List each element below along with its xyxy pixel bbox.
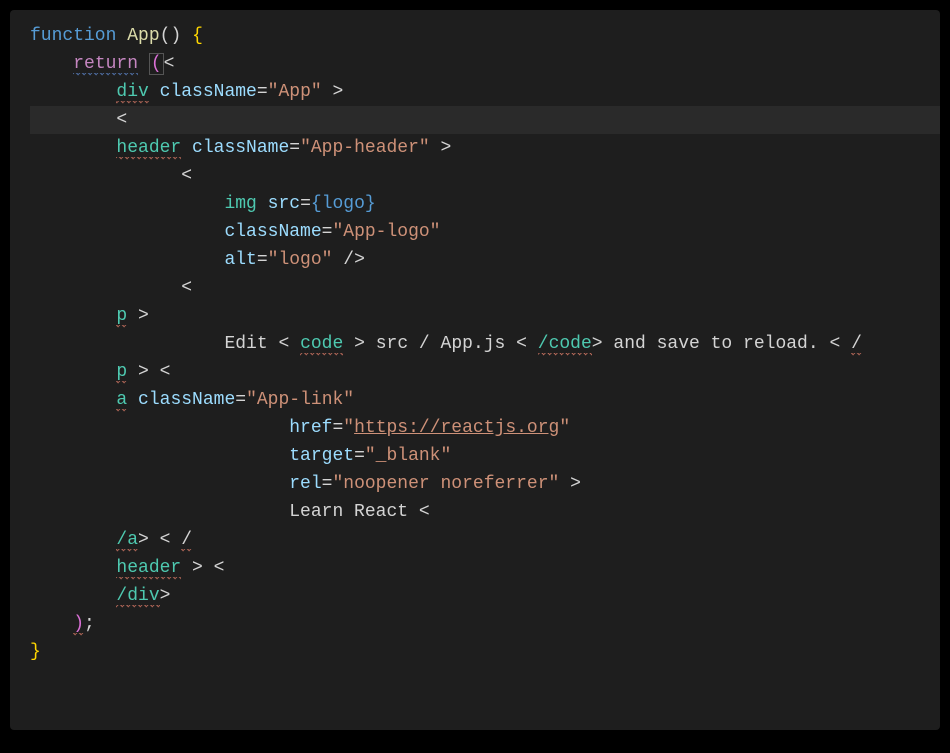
code-line: a className="App-link" xyxy=(30,386,940,414)
code-line: img src={logo} xyxy=(30,190,940,218)
keyword-return: return xyxy=(73,54,138,76)
tag-header: header xyxy=(116,138,181,160)
tag-div: div xyxy=(116,82,148,104)
code-line-active: < xyxy=(30,106,940,134)
tag-p: p xyxy=(116,306,127,328)
code-line: return (< xyxy=(30,50,940,78)
code-line: Edit < code > src / App.js < /code> and … xyxy=(30,330,940,358)
code-line: function App() { xyxy=(30,22,940,50)
code-line: header > < xyxy=(30,554,940,582)
code-line: p > xyxy=(30,302,940,330)
code-line: target="_blank" xyxy=(30,442,940,470)
code-line: p > < xyxy=(30,358,940,386)
code-line: alt="logo" /> xyxy=(30,246,940,274)
code-line: /a> < / xyxy=(30,526,940,554)
code-editor[interactable]: function App() { return (< div className… xyxy=(10,10,940,730)
code-line: /div> xyxy=(30,582,940,610)
code-line: } xyxy=(30,638,940,666)
code-line: < xyxy=(30,274,940,302)
code-line: href="https://reactjs.org" xyxy=(30,414,940,442)
code-line: Learn React < xyxy=(30,498,940,526)
code-line: ); xyxy=(30,610,940,638)
code-line: className="App-logo" xyxy=(30,218,940,246)
code-line: < xyxy=(30,162,940,190)
keyword-function: function xyxy=(30,26,116,46)
tag-img: img xyxy=(224,194,256,214)
code-line: header className="App-header" > xyxy=(30,134,940,162)
code-line: div className="App" > xyxy=(30,78,940,106)
function-name: App xyxy=(127,26,159,46)
code-line: rel="noopener noreferrer" > xyxy=(30,470,940,498)
tag-a: a xyxy=(116,390,127,412)
